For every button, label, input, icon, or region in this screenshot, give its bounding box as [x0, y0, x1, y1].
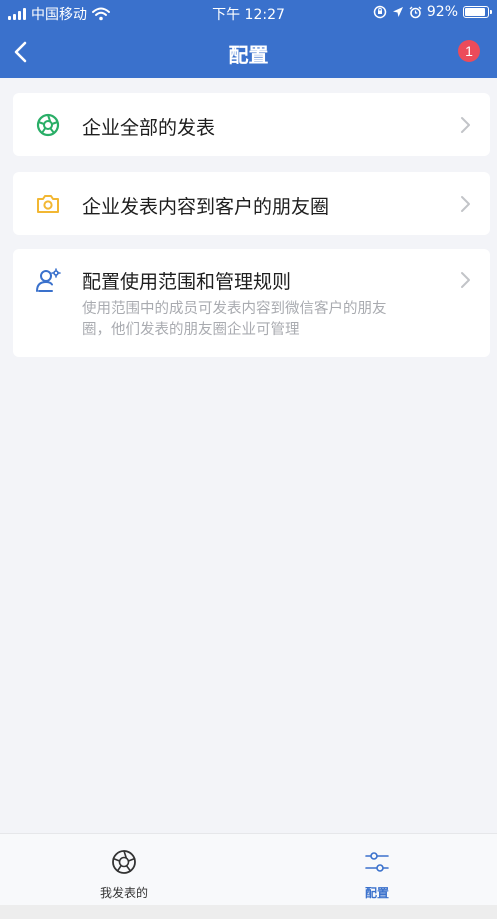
- description-line: 圈，他们发表的朋友圈企业可管理: [82, 322, 300, 338]
- nav-bar: 配置 1: [0, 26, 497, 78]
- shutter-icon: [112, 850, 136, 874]
- camera-icon: [37, 195, 59, 213]
- description-line: 使用范围中的成员可发表内容到微信客户的朋友: [82, 301, 387, 317]
- tab-label: 配置: [364, 886, 389, 900]
- status-bar: 中国移动 下午 12:27 92%: [0, 0, 497, 26]
- user-settings-icon: [36, 268, 61, 292]
- header: 中国移动 下午 12:27 92% 配置 1: [0, 0, 497, 78]
- tab-my-posts[interactable]: 我发表的: [0, 834, 248, 906]
- page-title: 配置: [228, 43, 269, 67]
- menu-item-scope-rules[interactable]: 配置使用范围和管理规则 使用范围中的成员可发表内容到微信客户的朋友 圈，他们发表…: [13, 249, 490, 357]
- menu-item-title: 企业发表内容到客户的朋友圈: [82, 196, 330, 218]
- sliders-icon: [365, 852, 389, 872]
- orientation-lock-icon: [373, 5, 387, 19]
- menu-item-title: 企业全部的发表: [82, 117, 216, 139]
- tab-config[interactable]: 配置: [253, 834, 497, 906]
- shutter-icon: [36, 113, 60, 137]
- alarm-icon: [409, 6, 422, 18]
- home-indicator-area: [0, 905, 497, 919]
- menu-item-title: 配置使用范围和管理规则: [82, 271, 292, 293]
- tab-bar: 我发表的 配置: [0, 833, 497, 905]
- battery-icon: [463, 6, 492, 18]
- tab-label: 我发表的: [99, 886, 148, 900]
- menu-item-all-posts[interactable]: 企业全部的发表: [13, 93, 490, 156]
- chevron-right-icon: [461, 272, 470, 288]
- location-icon: [392, 6, 403, 17]
- notification-badge[interactable]: 1: [458, 40, 480, 62]
- menu-item-description: 使用范围中的成员可发表内容到微信客户的朋友 圈，他们发表的朋友圈企业可管理: [82, 299, 432, 341]
- chevron-right-icon: [461, 117, 470, 133]
- menu-item-customer-moments[interactable]: 企业发表内容到客户的朋友圈: [13, 172, 490, 235]
- chevron-right-icon: [461, 196, 470, 212]
- battery-percent: 92%: [426, 4, 458, 20]
